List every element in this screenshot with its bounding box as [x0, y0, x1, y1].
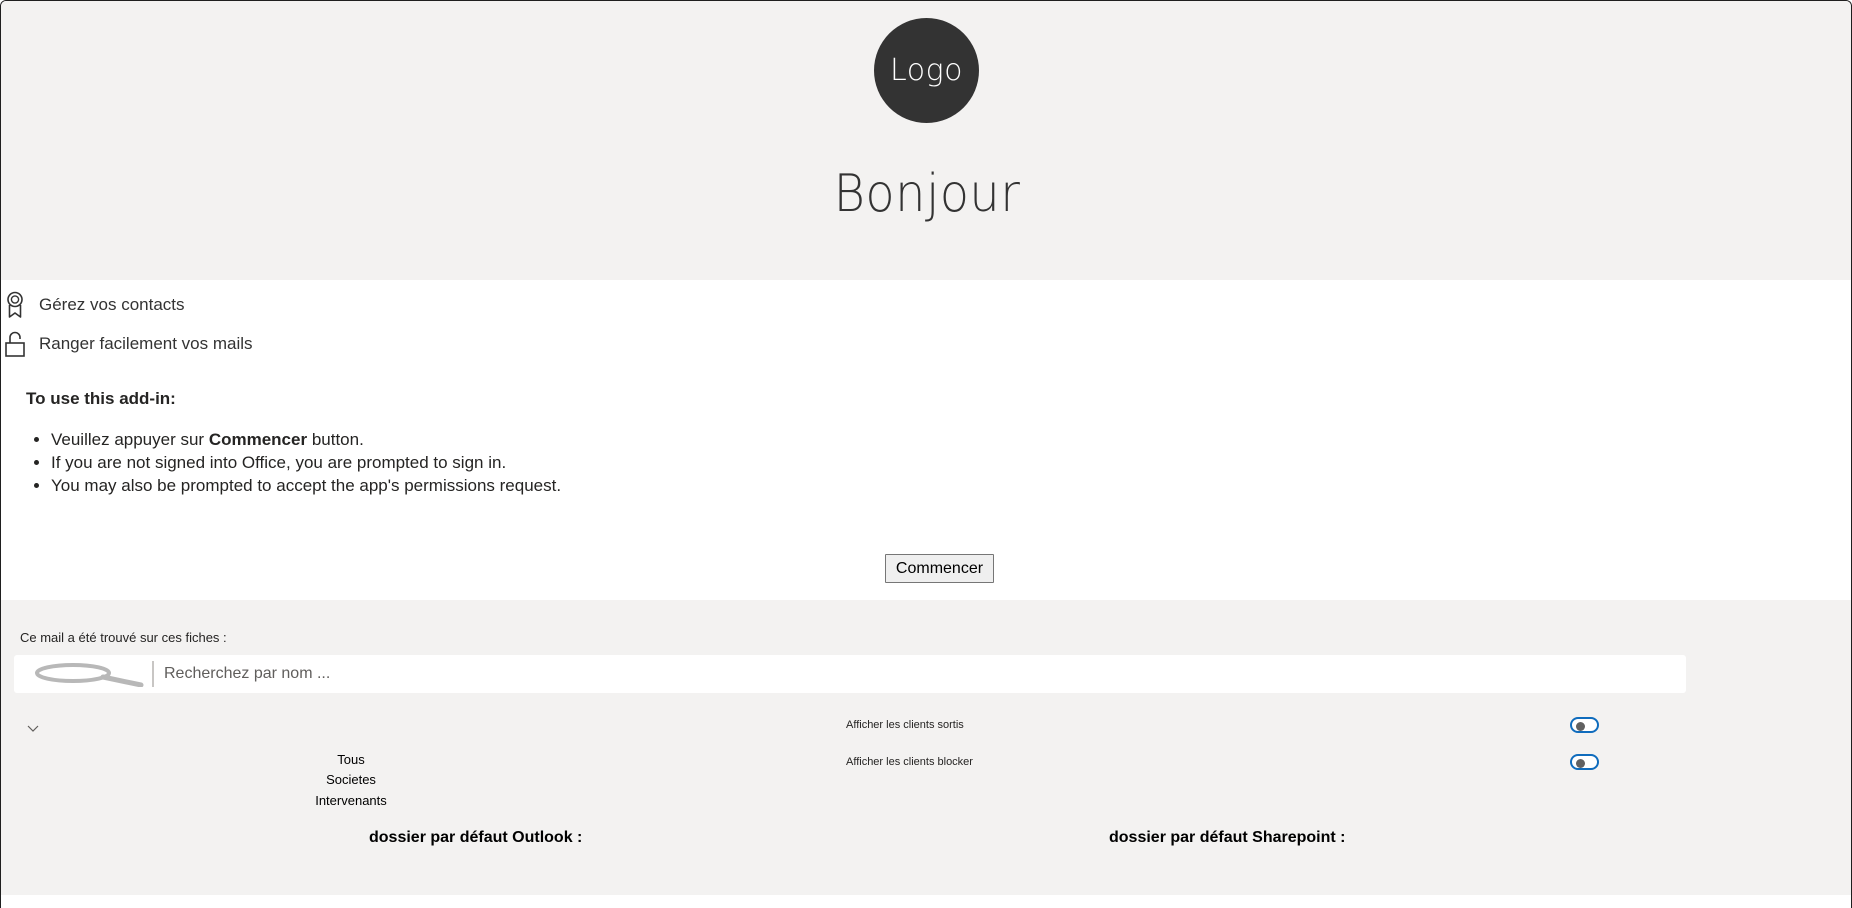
feature-label: Gérez vos contacts: [39, 295, 185, 314]
instructions-title: To use this add-in:: [26, 389, 176, 408]
outlook-folder-label: dossier par défaut Outlook :: [369, 829, 583, 846]
list-item: Veuillez appuyer sur Commencer button.: [51, 428, 561, 451]
toggle-label-clients-sortis: Afficher les clients sortis: [846, 719, 964, 731]
instructions-list: Veuillez appuyer sur Commencer button. I…: [26, 428, 561, 497]
filter-option-tous[interactable]: Tous: [221, 752, 481, 767]
filter-option-intervenants[interactable]: Intervenants: [221, 793, 481, 808]
sharepoint-folder-label: dossier par défaut Sharepoint :: [1109, 829, 1346, 846]
toggle-knob: [1576, 759, 1585, 768]
filter-option-societes[interactable]: Societes: [221, 772, 481, 787]
unlock-icon: [3, 330, 27, 358]
ribbon-icon: [3, 291, 27, 319]
chevron-down-icon[interactable]: [25, 720, 41, 736]
found-label: Ce mail a été trouvé sur ces fiches :: [20, 630, 227, 645]
toggle-clients-sortis[interactable]: [1570, 717, 1599, 733]
search-input[interactable]: [160, 659, 1668, 689]
search-box: [14, 655, 1686, 693]
contacts-panel: [1, 600, 1851, 895]
feature-label: Ranger facilement vos mails: [39, 334, 253, 353]
bottom-strip: [1, 895, 1851, 908]
list-item: You may also be prompted to accept the a…: [51, 474, 561, 497]
toggle-knob: [1576, 722, 1585, 731]
toggle-label-clients-blocker: Afficher les clients blocker: [846, 756, 973, 768]
feature-item-contacts: Gérez vos contacts: [1, 290, 185, 320]
commencer-button[interactable]: Commencer: [885, 554, 994, 583]
feature-item-mails: Ranger facilement vos mails: [1, 329, 253, 359]
search-separator: [152, 661, 154, 687]
search-icon[interactable]: [29, 661, 151, 688]
list-item: If you are not signed into Office, you a…: [51, 451, 561, 474]
welcome-title: Bonjour: [833, 164, 1021, 224]
toggle-clients-blocker[interactable]: [1570, 754, 1599, 770]
taskpane: Logo Bonjour Gérez vos contacts Ranger f…: [0, 0, 1852, 908]
header: Logo Bonjour: [1, 1, 1851, 280]
logo: Logo: [874, 18, 979, 123]
